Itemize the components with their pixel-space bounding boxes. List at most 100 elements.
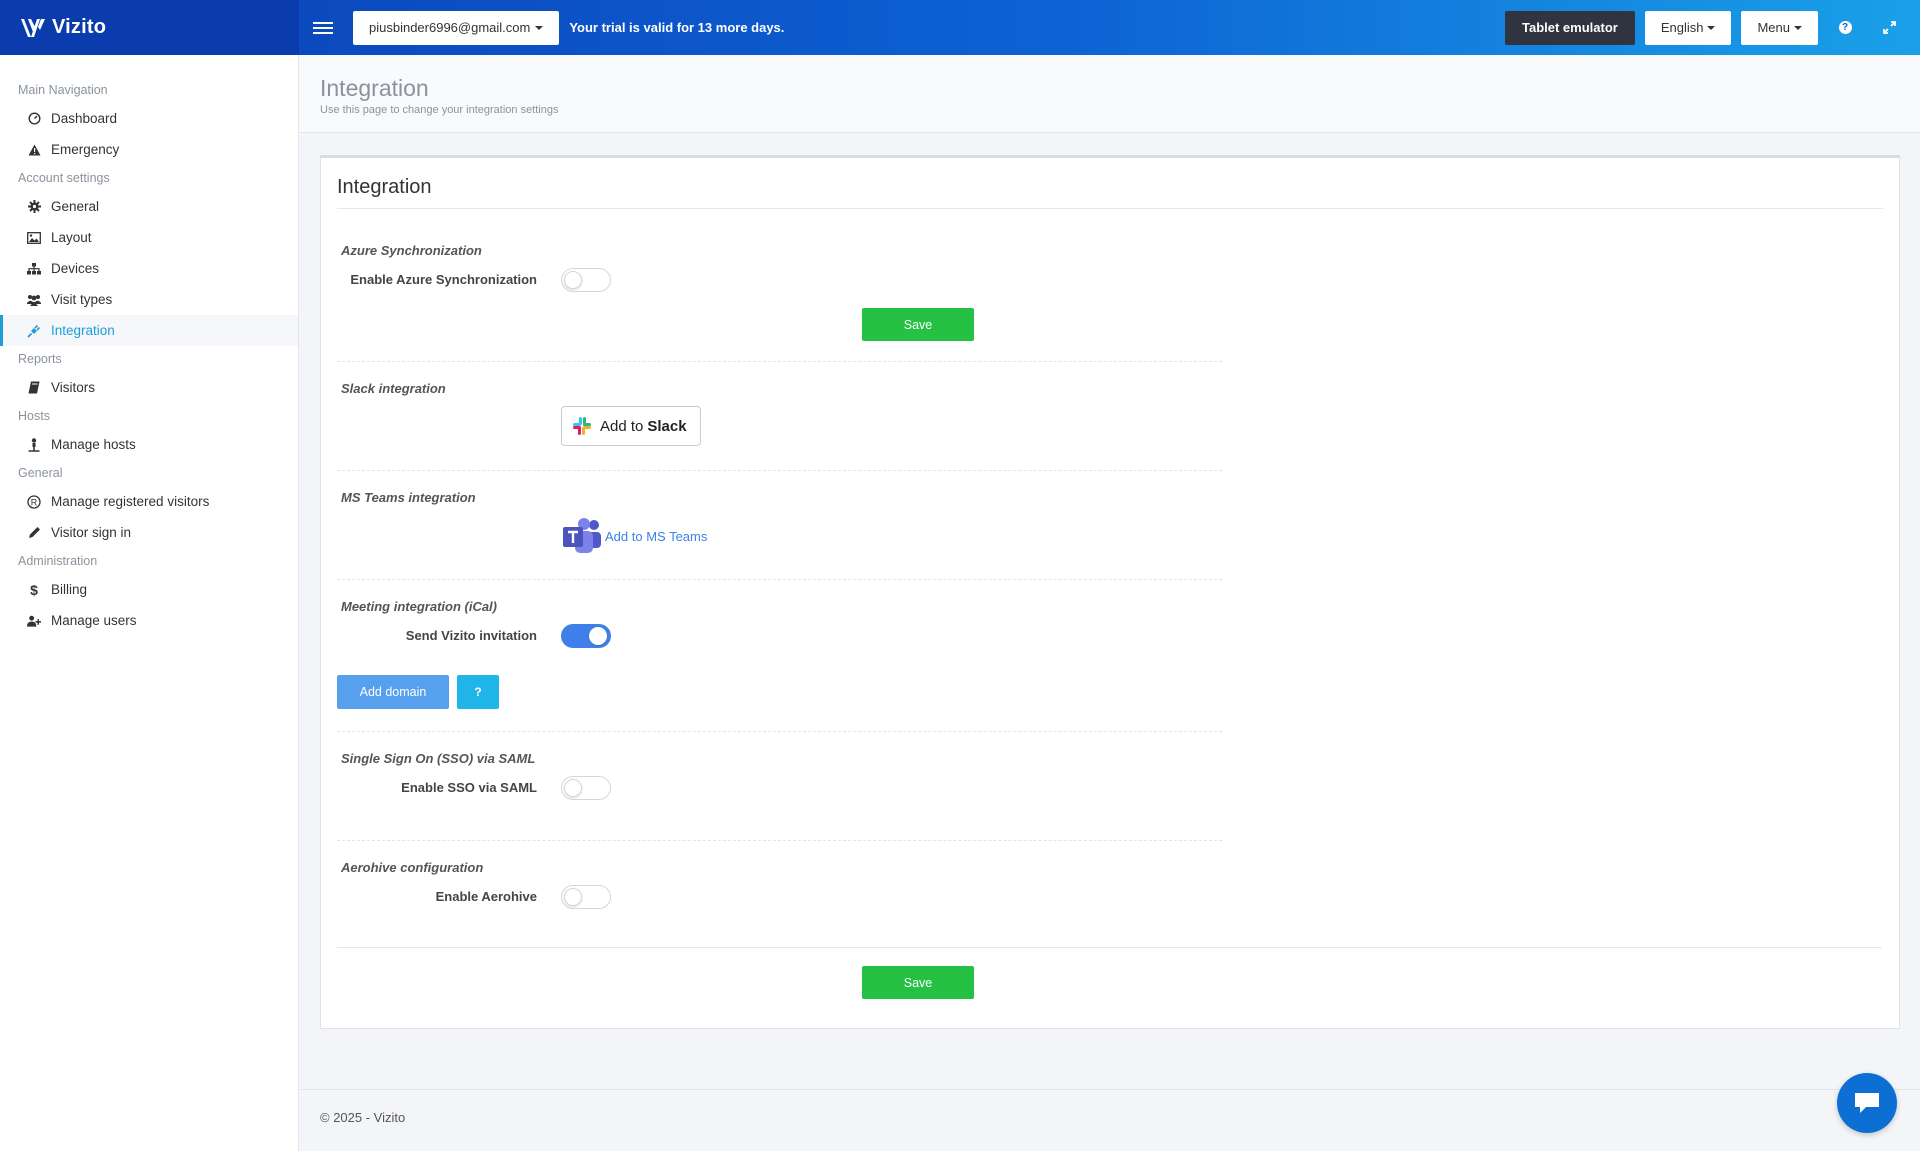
brand-name: Vizito	[52, 16, 107, 38]
azure-section-title: Azure Synchronization	[341, 243, 482, 258]
page-title: Integration	[320, 75, 429, 101]
sidebar-item-manage-registered-visitors[interactable]: R Manage registered visitors	[0, 486, 298, 517]
fullscreen-button[interactable]	[1872, 11, 1906, 45]
sidebar-item-billing[interactable]: $ Billing	[0, 574, 298, 605]
image-icon	[27, 231, 41, 245]
sso-section-title: Single Sign On (SSO) via SAML	[341, 751, 536, 766]
pencil-icon	[27, 526, 41, 540]
language-label: English	[1660, 20, 1704, 35]
registered-icon: R	[27, 494, 41, 509]
dollar-icon: $	[30, 581, 38, 598]
menu-dropdown[interactable]: Menu	[1741, 10, 1818, 45]
meeting-section-title: Meeting integration (iCal)	[341, 599, 497, 614]
save-button[interactable]: Save	[862, 966, 974, 999]
sidebar-item-devices[interactable]: Devices	[0, 253, 298, 284]
page-subtitle: Use this page to change your integration…	[320, 104, 559, 116]
sidebar-item-layout[interactable]: Layout	[0, 222, 298, 253]
sidebar-item-dashboard[interactable]: Dashboard	[0, 103, 298, 134]
aerohive-section-title: Aerohive configuration	[341, 860, 484, 875]
sso-toggle-label: Enable SSO via SAML	[401, 780, 537, 795]
meeting-toggle-label: Send Vizito invitation	[405, 628, 537, 643]
menu-label: Menu	[1757, 20, 1790, 35]
vizito-logo-icon	[21, 18, 45, 37]
brand[interactable]: Vizito	[0, 0, 299, 55]
gear-icon	[27, 200, 41, 214]
person-icon	[27, 437, 41, 452]
svg-text:R: R	[31, 497, 38, 507]
tablet-emulator-button[interactable]: Tablet emulator	[1504, 10, 1635, 45]
sidebar-item-emergency[interactable]: Emergency	[0, 134, 298, 165]
sidebar-item-general[interactable]: General	[0, 191, 298, 222]
help-icon: ?	[1838, 21, 1852, 34]
teams-link-text: Add to MS Teams	[605, 528, 708, 544]
slack-section: Slack integration Add to Slack	[337, 362, 1222, 471]
users-icon	[27, 293, 41, 307]
account-dropdown[interactable]: piusbinder6996@gmail.com	[353, 10, 560, 45]
nav-section-header: General	[18, 466, 63, 480]
sidebar-item-label: Billing	[51, 582, 88, 597]
nav-section-header: Administration	[18, 554, 98, 568]
caret-down-icon	[1794, 25, 1802, 30]
domain-help-button[interactable]: ?	[457, 675, 499, 709]
azure-save-button[interactable]: Save	[862, 308, 974, 341]
slack-section-title: Slack integration	[341, 381, 446, 396]
sidebar-item-manage-hosts[interactable]: Manage hosts	[0, 429, 298, 460]
meeting-section: Meeting integration (iCal) Send Vizito i…	[337, 580, 1222, 732]
sidebar-item-label: Devices	[51, 261, 100, 276]
hamburger-menu-icon[interactable]	[313, 21, 333, 34]
aerohive-toggle-label: Enable Aerohive	[435, 889, 537, 904]
sidebar-item-label: Manage users	[51, 613, 137, 628]
sidebar-item-label: Dashboard	[51, 111, 118, 126]
sidebar-item-label: Manage registered visitors	[51, 494, 210, 509]
sidebar-item-label: Visitors	[51, 380, 96, 395]
caret-down-icon	[535, 25, 544, 30]
sidebar-item-manage-users[interactable]: Manage users	[0, 605, 298, 636]
toggle-knob	[564, 271, 582, 289]
chat-icon	[1855, 1093, 1879, 1113]
footer: © 2025 - Vizito	[300, 1089, 1920, 1151]
toggle-knob	[564, 779, 582, 797]
plug-icon	[27, 324, 41, 338]
integration-card: Integration Azure Synchronization Enable…	[320, 155, 1900, 1029]
help-button[interactable]: ?	[1828, 11, 1862, 45]
language-dropdown[interactable]: English	[1644, 10, 1732, 45]
book-icon	[27, 381, 41, 395]
expand-icon	[1882, 21, 1896, 34]
top-bar: Vizito piusbinder6996@gmail.com Your tri…	[0, 0, 1920, 55]
sidebar-item-visit-types[interactable]: Visit types	[0, 284, 298, 315]
teams-section: MS Teams integration Add to MS Teams	[337, 471, 1222, 580]
sidebar-item-visitor-sign-in[interactable]: Visitor sign in	[0, 517, 298, 548]
send-invitation-toggle[interactable]	[561, 624, 611, 648]
sidebar-item-label: Visitor sign in	[51, 525, 132, 540]
add-to-teams-link[interactable]: Add to MS Teams	[561, 517, 707, 555]
slack-button-brand: Slack	[647, 417, 687, 435]
aerohive-section: Aerohive configuration Enable Aerohive	[337, 841, 1882, 948]
azure-section: Azure Synchronization Enable Azure Synch…	[337, 228, 1222, 362]
sidebar: Main Navigation Dashboard Emergency Account…	[0, 55, 299, 1151]
sidebar-item-label: Visit types	[51, 292, 113, 307]
sso-section: Single Sign On (SSO) via SAML Enable SSO…	[337, 732, 1222, 841]
add-domain-button[interactable]: Add domain	[337, 675, 449, 709]
sidebar-item-label: Manage hosts	[51, 437, 136, 452]
footer-copyright: © 2025 - Vizito	[320, 1110, 406, 1125]
toggle-knob	[589, 627, 607, 645]
chat-button[interactable]	[1837, 1073, 1897, 1133]
sidebar-item-visitors[interactable]: Visitors	[0, 372, 298, 403]
nav-section-header: Hosts	[18, 409, 50, 423]
add-to-slack-button[interactable]: Add to Slack	[561, 406, 701, 446]
aerohive-toggle[interactable]	[561, 885, 611, 909]
nav-section-header: Reports	[18, 352, 62, 366]
user-plus-icon	[27, 614, 41, 628]
warning-icon	[27, 143, 41, 157]
sidebar-item-integration[interactable]: Integration	[0, 315, 298, 346]
slack-button-prefix: Add to	[600, 417, 644, 435]
ms-teams-icon	[563, 518, 601, 553]
gauge-icon	[27, 112, 41, 126]
trial-notice: Your trial is valid for 13 more days.	[569, 20, 785, 35]
card-title: Integration	[337, 158, 1883, 209]
sso-toggle[interactable]	[561, 776, 611, 800]
nav-section-header: Main Navigation	[18, 83, 108, 97]
toggle-knob	[564, 888, 582, 906]
azure-sync-toggle[interactable]	[561, 268, 611, 292]
sidebar-item-label: Layout	[51, 230, 92, 245]
